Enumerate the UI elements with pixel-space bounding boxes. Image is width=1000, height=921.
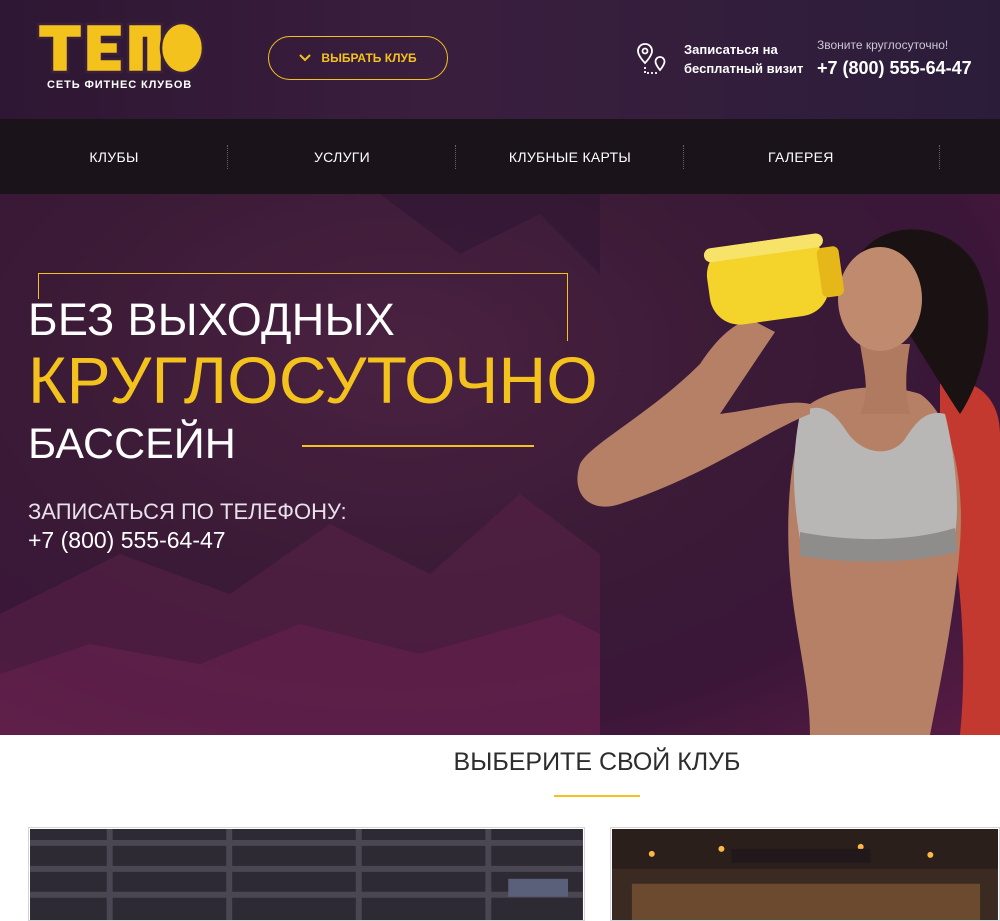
nav-label: УСЛУГИ <box>313 148 371 165</box>
logo-tagline: СЕТЬ ФИТНЕС КЛУБОВ <box>47 79 193 91</box>
nav-item-gallery[interactable]: ГАЛЕРЕЯ <box>684 119 1000 194</box>
nav-divider <box>939 145 940 169</box>
nav-item-club-cards[interactable]: КЛУБНЫЕ КАРТЫ <box>456 119 684 194</box>
free-visit-link[interactable]: Записаться на бесплатный визит <box>636 40 814 78</box>
hero-frame-line <box>38 273 568 274</box>
site-header: СЕТЬ ФИТНЕС КЛУБОВ ВЫБРАТЬ КЛУБ Записать… <box>0 0 1000 119</box>
hero-headline-2: КРУГЛОСУТОЧНО <box>28 343 598 417</box>
header-phone-number[interactable]: +7 (800) 555-64-47 <box>817 58 972 79</box>
choose-club-label: ВЫБРАТЬ КЛУБ <box>321 51 417 65</box>
section-underline <box>554 795 640 797</box>
nav-label: ГАЛЕРЕЯ <box>768 148 834 165</box>
nav-label: КЛУБЫ <box>89 148 139 165</box>
choose-club-button[interactable]: ВЫБРАТЬ КЛУБ <box>268 36 448 80</box>
chevron-down-icon <box>299 54 312 62</box>
hero-headline-3: БАССЕЙН <box>28 420 236 468</box>
club-photo <box>612 829 998 920</box>
club-photo <box>30 829 583 920</box>
header-phone-block: Звоните круглосуточно! +7 (800) 555-64-4… <box>817 38 972 79</box>
hero-phone-number[interactable]: +7 (800) 555-64-47 <box>28 527 226 554</box>
nav-item-clubs[interactable]: КЛУБЫ <box>0 119 228 194</box>
logo-wordmark <box>36 21 205 75</box>
map-route-icon <box>637 43 666 74</box>
hero-headline-1: БЕЗ ВЫХОДНЫХ <box>28 294 396 345</box>
hero-banner: БЕЗ ВЫХОДНЫХ КРУГЛОСУТОЧНО БАССЕЙН ЗАПИС… <box>0 194 1000 735</box>
nav-label: КЛУБНЫЕ КАРТЫ <box>508 148 632 165</box>
hero-call-label: ЗАПИСАТЬСЯ ПО ТЕЛЕФОНУ: <box>28 499 347 524</box>
nav-item-services[interactable]: УСЛУГИ <box>228 119 456 194</box>
club-card[interactable] <box>28 827 585 921</box>
free-visit-label: Записаться на бесплатный визит <box>684 42 804 76</box>
hero-frame-line <box>302 445 534 447</box>
club-card[interactable] <box>610 827 1000 921</box>
section-title: ВЫБЕРИТЕ СВОЙ КЛУБ <box>453 748 741 776</box>
main-nav: КЛУБЫ УСЛУГИ КЛУБНЫЕ КАРТЫ ГАЛЕРЕЯ <box>0 119 1000 194</box>
athlete-image <box>577 229 1000 735</box>
phone-caption: Звоните круглосуточно! <box>817 38 949 52</box>
logo[interactable]: СЕТЬ ФИТНЕС КЛУБОВ <box>36 18 206 98</box>
